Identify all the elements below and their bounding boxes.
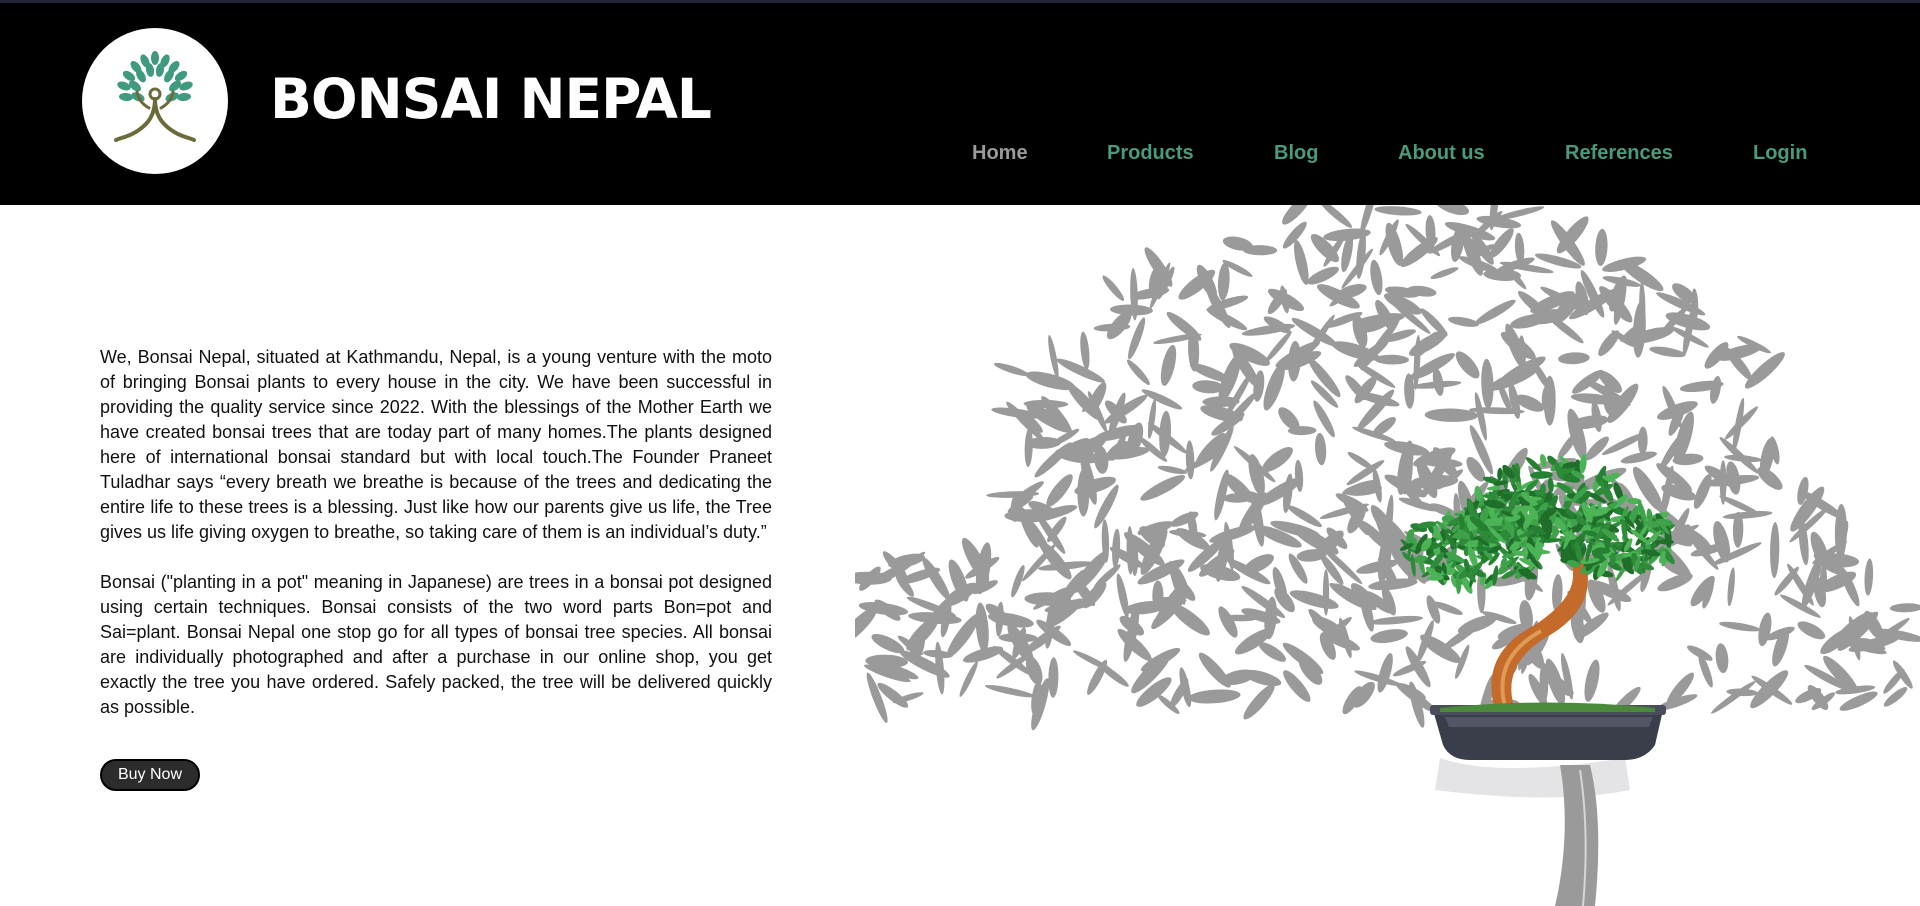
leaf-pattern-background bbox=[855, 205, 1920, 731]
buy-now-button[interactable]: Buy Now bbox=[100, 759, 200, 791]
main-navigation: Home Products Blog About us References L… bbox=[0, 138, 1920, 168]
nav-login[interactable]: Login bbox=[1753, 138, 1807, 168]
site-header: BONSAI NEPAL bbox=[0, 3, 1920, 205]
about-paragraph-intro: We, Bonsai Nepal, situated at Kathmandu,… bbox=[100, 347, 772, 542]
nav-products[interactable]: Products bbox=[1107, 138, 1194, 168]
nav-blog[interactable]: Blog bbox=[1274, 138, 1318, 168]
nav-about-us[interactable]: About us bbox=[1398, 138, 1485, 168]
about-paragraph-bonsai: Bonsai ("planting in a pot" meaning in J… bbox=[100, 572, 772, 717]
about-section: We, Bonsai Nepal, situated at Kathmandu,… bbox=[100, 345, 772, 720]
bonsai-tree bbox=[1399, 454, 1675, 906]
site-title: BONSAI NEPAL bbox=[270, 67, 712, 131]
nav-home[interactable]: Home bbox=[972, 138, 1028, 168]
nav-references[interactable]: References bbox=[1565, 138, 1673, 168]
bonsai-hero-image bbox=[855, 205, 1920, 906]
bonsai-illustration bbox=[855, 205, 1920, 906]
